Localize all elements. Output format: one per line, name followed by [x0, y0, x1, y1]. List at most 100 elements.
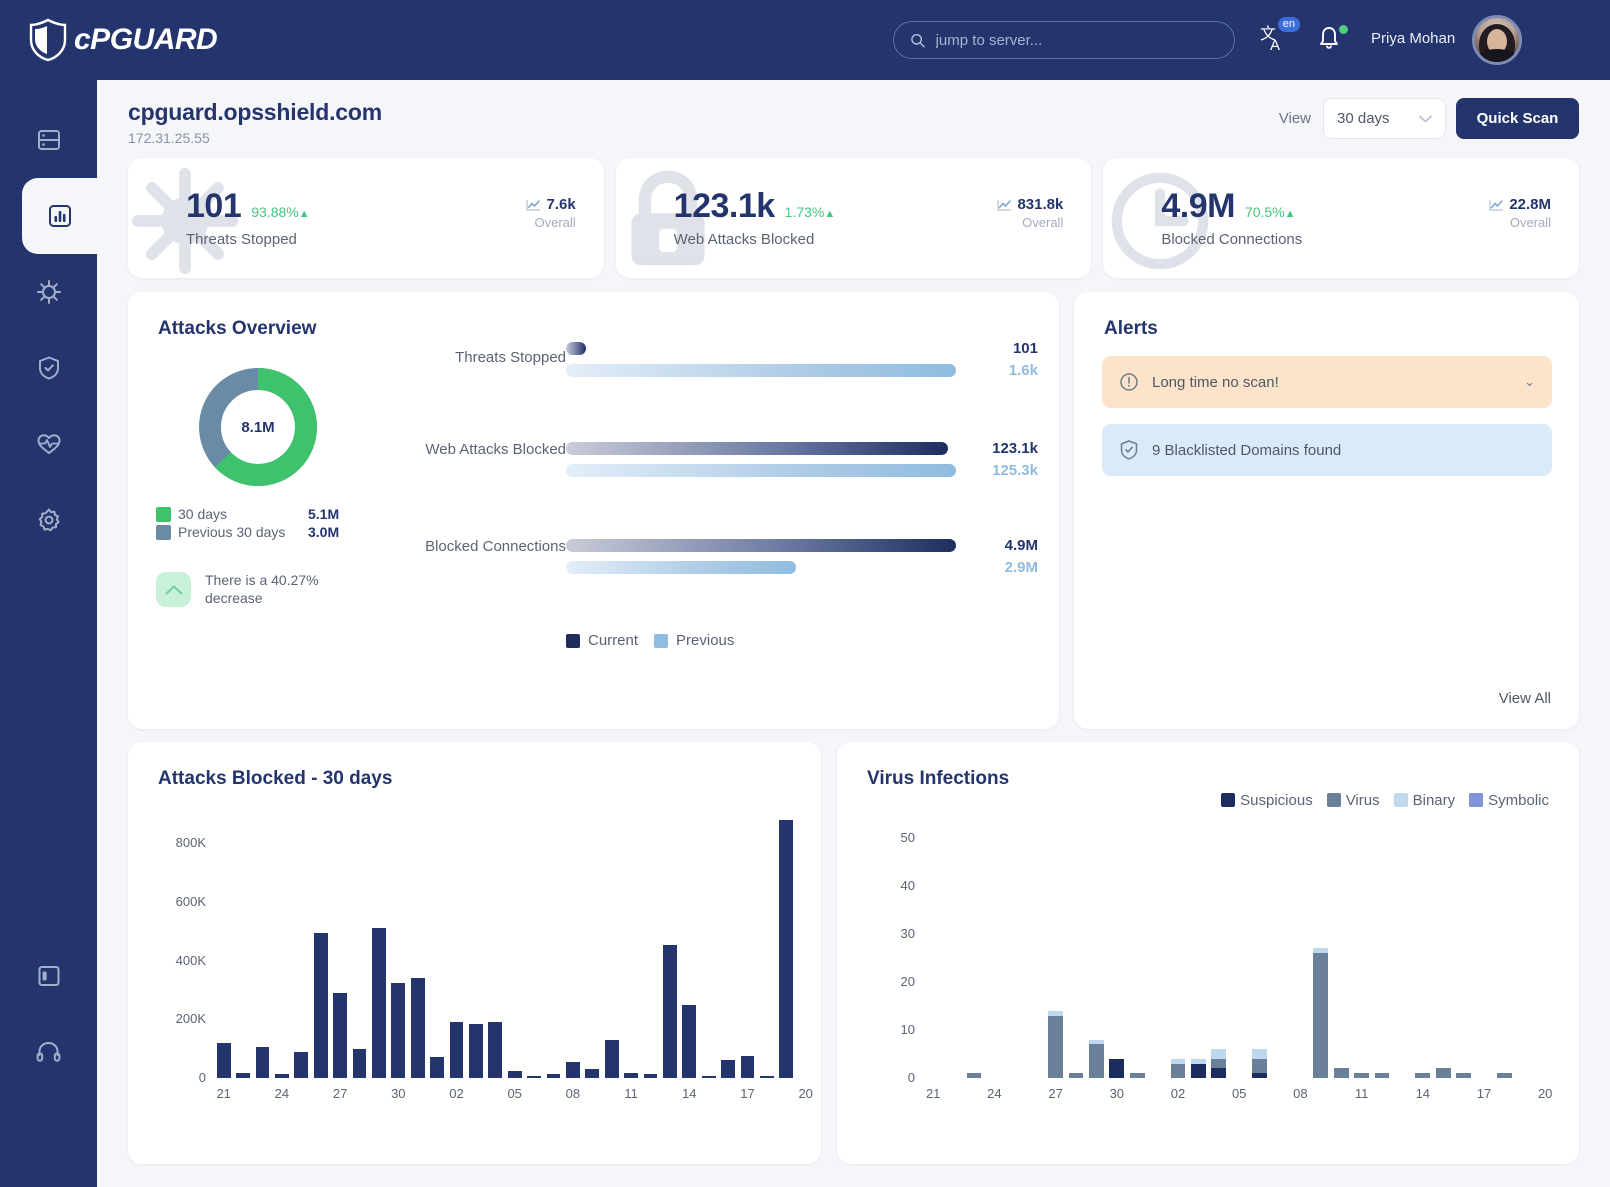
table-row[interactable]	[1069, 1073, 1084, 1078]
table-row[interactable]	[1130, 1073, 1145, 1078]
legend-swatch	[1221, 793, 1235, 807]
hbar-current-value: 101	[928, 340, 1038, 357]
sidebar-item-settings[interactable]	[0, 482, 97, 558]
table-row[interactable]	[1089, 1040, 1104, 1078]
gear-icon	[36, 507, 62, 533]
sidebar-item-dashboard[interactable]	[22, 178, 97, 254]
legend-item[interactable]: Virus	[1327, 792, 1380, 809]
legend-label: 30 days	[178, 506, 308, 522]
chart-bar[interactable]	[469, 1024, 483, 1078]
chart-bar[interactable]	[256, 1047, 270, 1078]
table-row[interactable]	[1436, 1068, 1451, 1078]
bar-segment	[1171, 1064, 1186, 1078]
chart-bar[interactable]	[527, 1076, 541, 1078]
table-row[interactable]	[1334, 1068, 1349, 1078]
sparkline-icon	[1489, 199, 1504, 211]
x-axis-tick: 02	[1163, 1086, 1193, 1101]
chart-bar[interactable]	[779, 820, 793, 1078]
stat-value: 4.9M	[1161, 189, 1235, 223]
legend-item[interactable]: Symbolic	[1469, 792, 1549, 809]
sparkline-icon	[526, 199, 541, 211]
table-row[interactable]	[1171, 1059, 1186, 1078]
app-logo[interactable]: cPGUARD	[28, 18, 217, 62]
chart-bar[interactable]	[682, 1005, 696, 1078]
table-row[interactable]	[1354, 1073, 1369, 1078]
stat-card-threats-stopped[interactable]: 101 93.88%▲ Threats Stopped 7.6k Overall	[128, 158, 604, 278]
sidebar-item-panel-toggle[interactable]	[0, 938, 97, 1014]
stat-value: 101	[186, 189, 241, 223]
chart-bar[interactable]	[430, 1057, 444, 1078]
x-axis-tick: 14	[1408, 1086, 1438, 1101]
chart-bar[interactable]	[702, 1076, 716, 1078]
sidebar-item-health[interactable]	[0, 406, 97, 482]
alert-expand-chevron-down-icon[interactable]: ⌄	[1524, 374, 1535, 390]
user-name[interactable]: Priya Mohan	[1371, 30, 1455, 47]
chart-bar[interactable]	[372, 928, 386, 1078]
language-switcher[interactable]: 文 A en	[1258, 22, 1296, 60]
y-axis-tick: 600K	[146, 894, 206, 909]
chart-bar[interactable]	[333, 993, 347, 1078]
x-axis-tick: 11	[1347, 1086, 1377, 1101]
stat-card-blocked-connections[interactable]: 4.9M 70.5%▲ Blocked Connections 22.8M Ov…	[1103, 158, 1579, 278]
search-input[interactable]	[936, 32, 1218, 49]
chart-bar[interactable]	[217, 1043, 231, 1078]
table-row[interactable]	[967, 1073, 982, 1078]
table-row[interactable]	[1456, 1073, 1471, 1078]
chart-bar[interactable]	[566, 1062, 580, 1078]
chart-bar[interactable]	[411, 978, 425, 1078]
chart-bar[interactable]	[585, 1069, 599, 1078]
alert-item-info[interactable]: 9 Blacklisted Domains found	[1102, 424, 1552, 476]
legend-item[interactable]: Binary	[1394, 792, 1456, 809]
chart-bar[interactable]	[294, 1052, 308, 1078]
svg-text:A: A	[1270, 37, 1280, 54]
table-row[interactable]	[1048, 1011, 1063, 1078]
table-row[interactable]	[1497, 1073, 1512, 1078]
chart-bar[interactable]	[275, 1074, 289, 1078]
chart-bar[interactable]	[353, 1049, 367, 1078]
donut-legend-item: Previous 30 days 3.0M	[156, 523, 339, 541]
chart-bar[interactable]	[314, 933, 328, 1078]
sidebar-item-malware[interactable]	[0, 254, 97, 330]
sidebar-item-servers[interactable]	[0, 102, 97, 178]
bar-segment	[1252, 1059, 1267, 1073]
view-range-select[interactable]: 30 days	[1323, 98, 1446, 139]
stat-card-web-attacks-blocked[interactable]: 123.1k 1.73%▲ Web Attacks Blocked 831.8k…	[616, 158, 1092, 278]
x-axis-tick: 21	[209, 1086, 239, 1101]
chart-bar[interactable]	[721, 1060, 735, 1078]
bar-segment	[967, 1073, 982, 1078]
table-row[interactable]	[1191, 1059, 1206, 1078]
sidebar-item-firewall[interactable]	[0, 330, 97, 406]
stat-label: Web Attacks Blocked	[674, 231, 836, 248]
notifications-button[interactable]	[1315, 24, 1349, 58]
chart-bar[interactable]	[450, 1022, 464, 1078]
chart-bar[interactable]	[624, 1073, 638, 1078]
legend-value: 3.0M	[308, 524, 339, 540]
chart-bar[interactable]	[741, 1056, 755, 1078]
chart-bar[interactable]	[663, 945, 677, 1078]
chart-bar[interactable]	[508, 1071, 522, 1078]
chart-bar[interactable]	[391, 983, 405, 1078]
chart-bar[interactable]	[547, 1074, 561, 1078]
virus-infections-chart-card: Virus Infections SuspiciousVirusBinarySy…	[837, 742, 1579, 1164]
chart-bar[interactable]	[760, 1076, 774, 1078]
chart-bar[interactable]	[644, 1074, 658, 1078]
table-row[interactable]	[1375, 1073, 1390, 1078]
table-row[interactable]	[1313, 948, 1328, 1078]
table-row[interactable]	[1415, 1073, 1430, 1078]
stat-value: 123.1k	[674, 189, 775, 223]
chart-bar[interactable]	[605, 1040, 619, 1078]
table-row[interactable]	[1211, 1049, 1226, 1078]
virus-icon	[35, 278, 63, 306]
avatar[interactable]	[1472, 15, 1522, 65]
alerts-view-all-link[interactable]: View All	[1499, 690, 1551, 707]
chart-bar[interactable]	[236, 1073, 250, 1078]
table-row[interactable]	[1252, 1049, 1267, 1078]
legend-item[interactable]: Suspicious	[1221, 792, 1313, 809]
table-row[interactable]	[1109, 1059, 1124, 1078]
quick-scan-button[interactable]: Quick Scan	[1456, 98, 1579, 139]
sidebar-item-support[interactable]	[0, 1014, 97, 1090]
alert-item-warning[interactable]: Long time no scan! ⌄	[1102, 356, 1552, 408]
chevron-down-icon	[1419, 115, 1432, 123]
chart-bar[interactable]	[488, 1022, 502, 1078]
search-box[interactable]	[893, 21, 1235, 59]
